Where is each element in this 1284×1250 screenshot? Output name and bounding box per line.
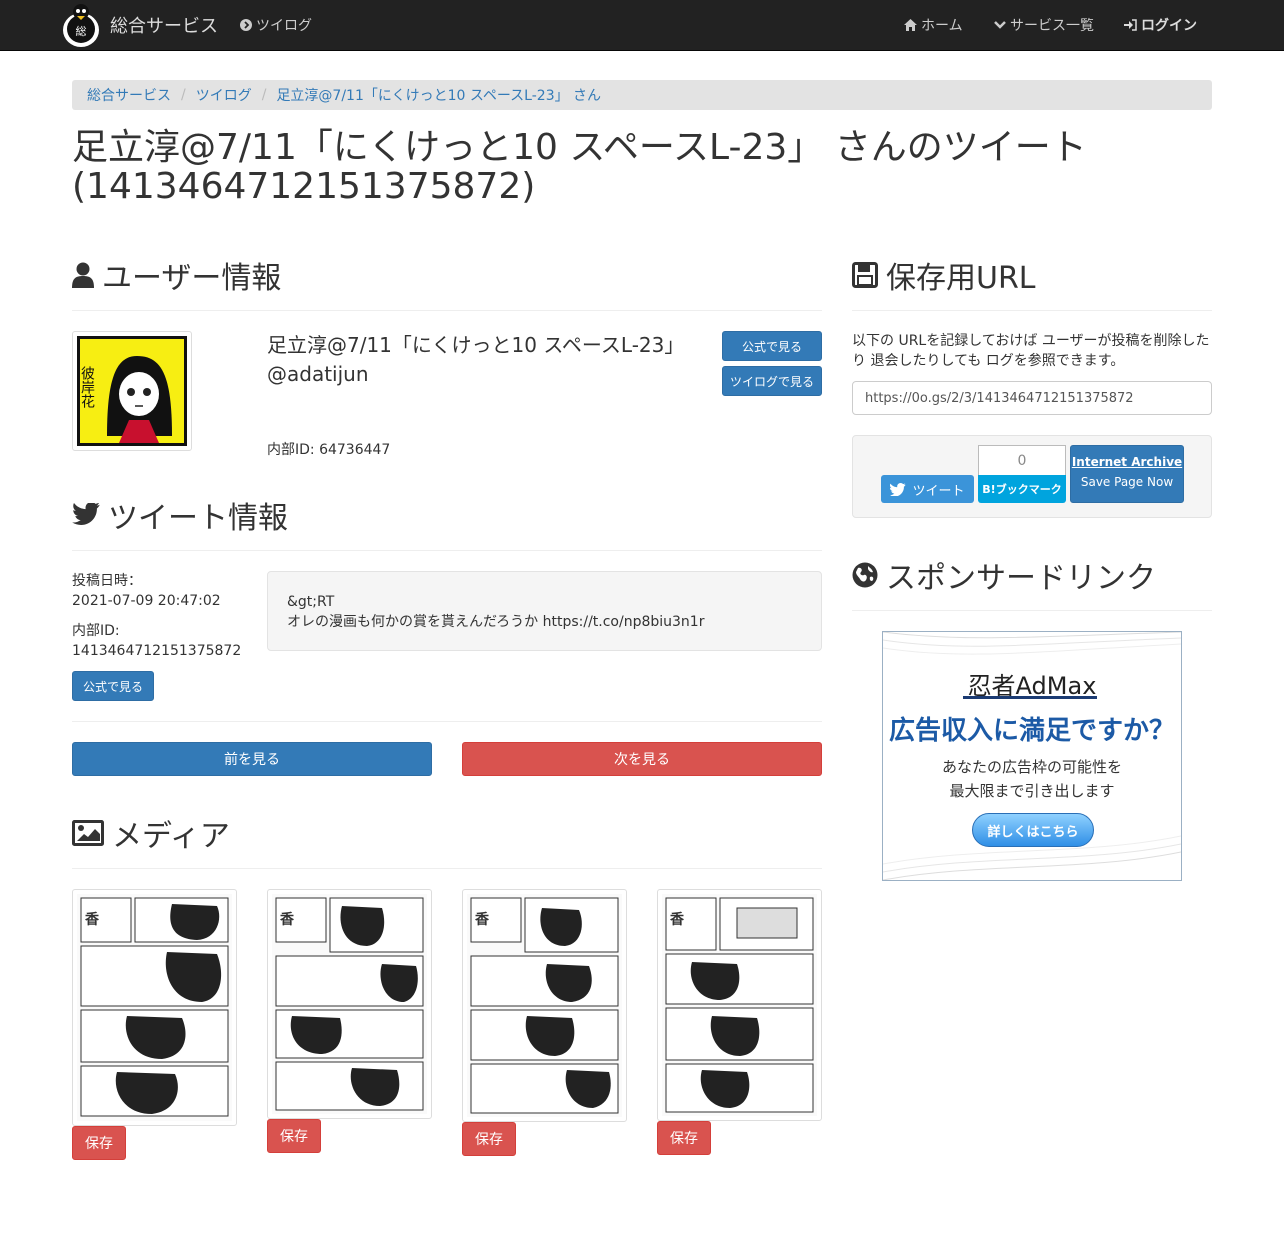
svg-text:香: 香	[84, 911, 100, 928]
tweet-share-label: ツイート	[912, 483, 965, 499]
posted-value: 2021-07-09 20:47:02	[72, 593, 221, 609]
ad-headline: 広告収入に満足ですか？	[888, 716, 1175, 746]
save-media-button[interactable]: 保存	[657, 1121, 711, 1155]
user-info-heading: ユーザー情報	[72, 255, 282, 296]
view-official-tweet-button[interactable]: 公式で見る	[72, 671, 154, 701]
chevron-down-icon	[994, 20, 1006, 30]
sponsor-heading-text: スポンサードリンク	[886, 561, 1156, 596]
media-thumbnail[interactable]: 香	[657, 889, 822, 1121]
avatar-image: 彼岸花	[77, 336, 187, 446]
tweet-share-button[interactable]: ツイート	[881, 475, 974, 503]
save-media-button[interactable]: 保存	[462, 1122, 516, 1156]
nav-login[interactable]: ログイン	[1124, 0, 1197, 50]
manga-page-image: 香	[272, 894, 427, 1114]
user-name-text: 足立淳@7/11「にくけっと10 スペースL-23」	[267, 333, 685, 357]
save-url-heading: 保存用URL	[852, 255, 1036, 296]
image-icon	[72, 820, 104, 846]
hatena-count: 0	[978, 445, 1066, 475]
user-icon	[72, 262, 94, 288]
hatena-bookmark-button[interactable]: B!ブックマーク	[978, 475, 1066, 503]
save-url-description: 以下の URLを記録しておけば ユーザーが投稿を削除したり 退会したりしても ロ…	[852, 333, 1210, 369]
breadcrumb-separator: /	[261, 87, 267, 103]
ad-subtext: 最大限まで引き出します	[949, 782, 1115, 800]
breadcrumb-item-home[interactable]: 総合サービス	[87, 85, 171, 105]
media-thumbnail[interactable]: 香	[72, 889, 237, 1126]
sponsor-heading: スポンサードリンク	[852, 555, 1156, 596]
breadcrumb-item-user[interactable]: 足立淳@7/11「にくけっと10 スペースL-23」 さん	[276, 85, 601, 105]
manga-page-image: 香	[662, 894, 817, 1116]
divider	[72, 868, 822, 869]
tweet-text-line: オレの漫画も何かの賞を貰えんだろうか https://t.co/np8biu3n…	[287, 614, 705, 630]
user-internal-id: 内部ID: 64736447	[267, 442, 391, 458]
floppy-disk-icon	[852, 262, 878, 288]
share-buttons-panel: ツイート 0 B!ブックマーク Internet Archive Save Pa…	[852, 435, 1212, 518]
posted-label: 投稿日時：	[72, 573, 142, 589]
prev-tweet-button[interactable]: 前を見る	[72, 742, 432, 776]
view-official-user-button[interactable]: 公式で見る	[722, 331, 822, 361]
divider	[852, 310, 1212, 311]
penguin-logo-icon: 総	[63, 4, 99, 47]
twitter-bird-icon	[72, 503, 100, 527]
user-display-name: 足立淳@7/11「にくけっと10 スペースL-23」 @adatijun	[267, 331, 687, 389]
nav-services-label: サービス一覧	[1010, 18, 1094, 34]
breadcrumb-separator: /	[181, 87, 186, 103]
page-title: 足立淳@7/11「にくけっと10 スペースL-23」 さんのツイート (1413…	[72, 127, 1087, 207]
avatar-text: 彼岸花	[79, 366, 95, 409]
nav-home[interactable]: ホーム	[904, 0, 963, 50]
sign-in-icon	[1124, 19, 1137, 31]
sponsor-ad-banner[interactable]: 忍者AdMax 広告収入に満足ですか？ あなたの広告枠の可能性を 最大限まで引き…	[882, 631, 1182, 881]
breadcrumb: 総合サービス / ツイログ / 足立淳@7/11「にくけっと10 スペースL-2…	[72, 80, 1212, 110]
brand-link[interactable]: 総 総合サービス	[60, 0, 218, 50]
svg-text:香: 香	[474, 911, 490, 928]
media-thumbnail[interactable]: 香	[267, 889, 432, 1119]
media-heading-text: メディア	[112, 819, 230, 854]
nav-login-label: ログイン	[1141, 18, 1197, 34]
svg-text:香: 香	[279, 911, 295, 928]
globe-icon	[852, 562, 878, 588]
view-tweelog-button[interactable]: ツイログで見る	[722, 366, 822, 396]
navbar: 総 総合サービス ツイログ ホーム サービス一覧 ログイン	[0, 0, 1284, 51]
tweet-text-line: &gt;RT	[287, 594, 335, 610]
user-handle: @adatijun	[267, 362, 369, 386]
tweet-posted-at: 投稿日時： 2021-07-09 20:47:02	[72, 571, 221, 611]
divider	[72, 550, 822, 551]
save-url-input[interactable]	[852, 381, 1212, 415]
media-heading: メディア	[72, 813, 230, 854]
svg-text:香: 香	[669, 911, 685, 928]
avatar: 彼岸花	[72, 331, 192, 451]
save-url-heading-text: 保存用URL	[886, 261, 1036, 296]
ia-subtitle: Save Page Now	[1080, 475, 1174, 489]
nav-home-label: ホーム	[921, 18, 963, 34]
svg-text:総: 総	[76, 24, 87, 38]
nav-tweelog[interactable]: ツイログ	[240, 0, 312, 50]
chevron-circle-right-icon	[240, 19, 252, 31]
save-media-button[interactable]: 保存	[72, 1126, 126, 1160]
save-media-button[interactable]: 保存	[267, 1119, 321, 1153]
twitter-bird-icon	[890, 482, 907, 496]
divider	[72, 310, 822, 311]
manga-page-image: 香	[77, 894, 232, 1121]
user-info-heading-text: ユーザー情報	[102, 261, 282, 296]
ad-details-button[interactable]: 詳しくはこちら	[972, 813, 1094, 847]
next-tweet-button[interactable]: 次を見る	[462, 742, 822, 776]
home-icon	[904, 19, 917, 31]
brand-text: 総合サービス	[110, 16, 218, 37]
nav-tweelog-label: ツイログ	[256, 18, 312, 34]
tweet-text-box: &gt;RT オレの漫画も何かの賞を貰えんだろうか https://t.co/n…	[267, 571, 822, 651]
manga-page-image: 香	[467, 894, 622, 1117]
nav-services[interactable]: サービス一覧	[994, 0, 1094, 50]
media-thumbnail[interactable]: 香	[462, 889, 627, 1122]
divider	[72, 721, 822, 722]
breadcrumb-item-tweelog[interactable]: ツイログ	[196, 85, 252, 105]
tweet-info-heading-text: ツイート情報	[108, 501, 288, 536]
tweet-info-heading: ツイート情報	[72, 495, 288, 536]
tweet-internal-id: 内部ID: 1413464712151375872	[72, 621, 241, 661]
ad-subtext: あなたの広告枠の可能性を	[941, 758, 1122, 776]
tweet-id-label: 内部ID:	[72, 623, 120, 639]
tweet-id-value: 1413464712151375872	[72, 643, 242, 659]
ia-title: Internet Archive	[1071, 455, 1183, 469]
divider	[852, 610, 1212, 611]
internet-archive-button[interactable]: Internet Archive Save Page Now	[1070, 445, 1184, 503]
ad-logo-underline	[963, 696, 1097, 699]
